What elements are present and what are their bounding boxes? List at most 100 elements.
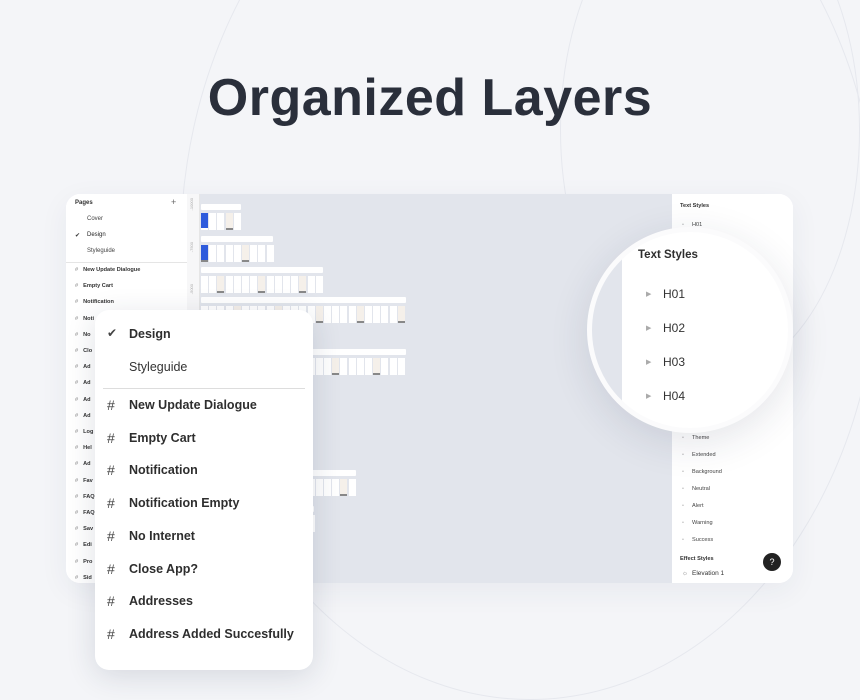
page-styleguide[interactable]: Styleguide: [87, 248, 115, 254]
frame-group-header[interactable]: [201, 204, 241, 210]
frame-thumbnail[interactable]: [242, 276, 249, 293]
frame-thumbnail[interactable]: [315, 276, 323, 293]
frame-thumbnail[interactable]: [250, 276, 258, 293]
layer-item[interactable]: # New Update Dialogue: [75, 267, 140, 273]
frame-thumbnail[interactable]: [324, 358, 331, 375]
effect-style-item[interactable]: Elevation 1: [692, 570, 724, 578]
layer-item[interactable]: # Empty Cart: [75, 283, 113, 289]
layer-item[interactable]: # Ad: [75, 397, 91, 403]
layer-item[interactable]: Notification: [129, 463, 198, 477]
frame-thumbnail[interactable]: [307, 276, 315, 293]
frame-thumbnail[interactable]: [315, 358, 323, 375]
frame-thumbnail[interactable]: [225, 213, 233, 230]
layer-item[interactable]: # FAQ: [75, 510, 95, 516]
color-style-item[interactable]: Alert: [692, 503, 704, 509]
magnified-style-item[interactable]: H01: [663, 287, 685, 301]
frame-thumbnail[interactable]: [332, 479, 340, 496]
frame-thumbnail[interactable]: [389, 358, 397, 375]
color-style-item[interactable]: Warning: [692, 520, 713, 526]
frame-thumbnail[interactable]: [258, 245, 266, 262]
frame-thumbnail[interactable]: [299, 276, 307, 293]
layer-item[interactable]: # No: [75, 332, 91, 338]
frame-thumbnail[interactable]: [201, 245, 208, 262]
color-style-item[interactable]: Background: [692, 469, 722, 475]
magnified-style-item[interactable]: H02: [663, 321, 685, 335]
frame-thumbnail[interactable]: [348, 306, 356, 323]
frame-thumbnail[interactable]: [217, 245, 225, 262]
frame-thumbnail[interactable]: [397, 306, 405, 323]
frame-thumbnail[interactable]: [397, 358, 405, 375]
frame-thumbnail[interactable]: [340, 358, 348, 375]
frame-thumbnail[interactable]: [324, 479, 331, 496]
layer-item[interactable]: New Update Dialogue: [129, 398, 257, 412]
frame-thumbnail[interactable]: [283, 276, 290, 293]
layer-item[interactable]: No Internet: [129, 529, 195, 543]
frame-thumbnail[interactable]: [242, 245, 249, 262]
layer-item[interactable]: # Ad: [75, 380, 91, 386]
layer-item[interactable]: Addresses: [129, 594, 193, 608]
frame-thumbnail[interactable]: [225, 276, 233, 293]
plus-icon[interactable]: +: [171, 197, 176, 207]
frame-thumbnail[interactable]: [209, 213, 217, 230]
frame-thumbnail[interactable]: [348, 358, 356, 375]
frame-thumbnail[interactable]: [324, 306, 331, 323]
frame-thumbnail[interactable]: [315, 306, 323, 323]
frame-thumbnail[interactable]: [291, 276, 299, 293]
layer-item[interactable]: # Fav: [75, 478, 93, 484]
layer-item[interactable]: # Sid: [75, 575, 92, 581]
frame-group-header[interactable]: [201, 236, 273, 242]
frame-thumbnail[interactable]: [250, 245, 258, 262]
layer-item[interactable]: Close App?: [129, 562, 198, 576]
frame-thumbnail[interactable]: [365, 306, 372, 323]
frame-thumbnail[interactable]: [274, 276, 282, 293]
layer-item[interactable]: # FAQ: [75, 494, 95, 500]
layer-item[interactable]: # Clo: [75, 348, 92, 354]
frame-thumbnail[interactable]: [258, 276, 266, 293]
layer-item[interactable]: # Noti: [75, 316, 94, 322]
layer-item[interactable]: # Ad: [75, 461, 91, 467]
page-cover[interactable]: Cover: [87, 216, 103, 222]
frame-thumbnail[interactable]: [201, 213, 208, 230]
help-button[interactable]: ?: [763, 553, 781, 571]
frame-thumbnail[interactable]: [266, 245, 274, 262]
frame-thumbnail[interactable]: [340, 479, 348, 496]
frame-thumbnail[interactable]: [373, 306, 381, 323]
frame-thumbnail[interactable]: [225, 245, 233, 262]
layer-item[interactable]: # Hel: [75, 445, 92, 451]
layer-item[interactable]: # Ad: [75, 364, 91, 370]
frame-thumbnail[interactable]: [209, 245, 217, 262]
magnified-style-item[interactable]: H03: [663, 355, 685, 369]
frame-thumbnail[interactable]: [332, 358, 340, 375]
frame-thumbnail[interactable]: [373, 358, 381, 375]
layer-item[interactable]: # Sav: [75, 526, 93, 532]
frame-thumbnail[interactable]: [201, 276, 208, 293]
frame-thumbnail[interactable]: [332, 306, 340, 323]
layer-item[interactable]: Empty Cart: [129, 431, 196, 445]
layer-item[interactable]: # Log: [75, 429, 93, 435]
page-design[interactable]: Design: [87, 232, 106, 238]
color-style-item[interactable]: Theme: [692, 435, 709, 441]
frame-thumbnail[interactable]: [348, 479, 356, 496]
frame-thumbnail[interactable]: [209, 276, 217, 293]
frame-thumbnail[interactable]: [233, 276, 241, 293]
color-style-item[interactable]: Extended: [692, 452, 716, 458]
frame-thumbnail[interactable]: [365, 358, 372, 375]
frame-thumbnail[interactable]: [217, 276, 225, 293]
frame-thumbnail[interactable]: [356, 306, 364, 323]
layer-item[interactable]: # Edi: [75, 542, 92, 548]
magnified-style-item[interactable]: H04: [663, 389, 685, 403]
frame-thumbnail[interactable]: [233, 245, 241, 262]
layer-item[interactable]: Notification Empty: [129, 496, 239, 510]
frame-thumbnail[interactable]: [381, 306, 389, 323]
page-styleguide[interactable]: Styleguide: [129, 360, 187, 374]
frame-thumbnail[interactable]: [217, 213, 225, 230]
frame-thumbnail[interactable]: [381, 358, 389, 375]
frame-thumbnail[interactable]: [315, 479, 323, 496]
frame-thumbnail[interactable]: [356, 358, 364, 375]
frame-thumbnail[interactable]: [266, 276, 274, 293]
page-design[interactable]: Design: [129, 327, 171, 341]
color-style-item[interactable]: Success: [692, 537, 713, 543]
layer-item[interactable]: # Pro: [75, 559, 92, 565]
frame-thumbnail[interactable]: [233, 213, 241, 230]
frame-group-header[interactable]: [201, 267, 323, 273]
